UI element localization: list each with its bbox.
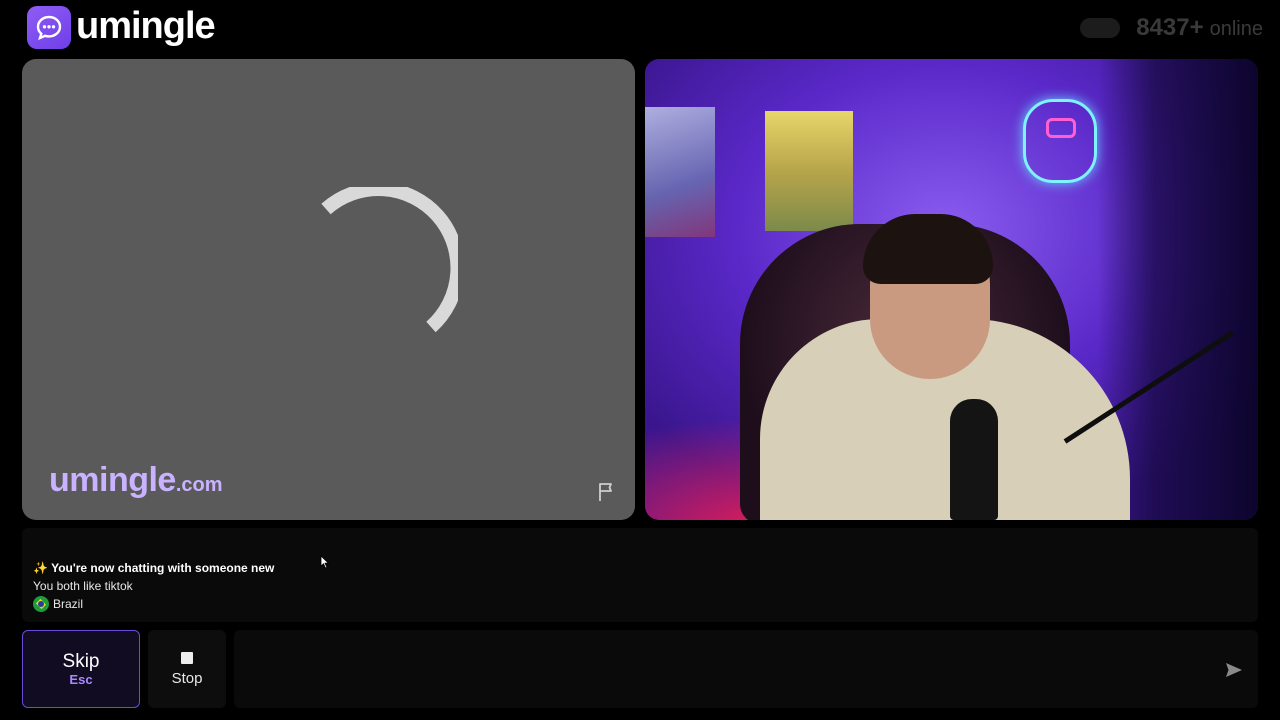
skip-label: Skip: [62, 651, 100, 672]
watermark: umingle .com: [49, 461, 223, 500]
message-box: [234, 630, 1258, 708]
send-icon[interactable]: [1224, 660, 1244, 680]
self-video: [645, 59, 1258, 520]
online-count: 8437+: [1136, 14, 1204, 41]
chat-log: ✨ You're now chatting with someone new Y…: [22, 528, 1258, 622]
watermark-domain: .com: [175, 474, 223, 496]
person-hair: [863, 214, 993, 284]
skip-button[interactable]: Skip Esc: [22, 630, 140, 708]
message-text: Brazil: [53, 597, 84, 611]
message-text: You're now chatting with someone new: [51, 561, 275, 575]
microphone: [950, 399, 998, 520]
system-message: Brazil: [33, 596, 83, 612]
app-name: umingle: [76, 4, 216, 47]
stop-button[interactable]: Stop: [148, 630, 226, 708]
system-message: ✨ You're now chatting with someone new: [33, 560, 274, 576]
stranger-video: umingle .com: [22, 59, 635, 520]
chat-bubble-icon: [27, 6, 71, 49]
stop-label: Stop: [171, 669, 203, 687]
neon-gamepad-sign: [1023, 99, 1097, 183]
skip-shortcut: Esc: [69, 672, 93, 687]
message-text: You both like tiktok: [33, 579, 133, 593]
mouse-cursor-icon: [320, 555, 330, 569]
stop-icon: [181, 651, 193, 664]
wall-poster: [645, 107, 715, 237]
loading-spinner-icon: [321, 187, 458, 333]
app-logo[interactable]: umingle: [27, 4, 216, 49]
online-label: online: [1209, 18, 1263, 40]
message-input[interactable]: [246, 630, 1206, 708]
online-toggle[interactable]: [1080, 18, 1121, 38]
sparkles-icon: ✨: [33, 561, 48, 575]
wall-poster: [765, 111, 853, 231]
report-flag-icon[interactable]: [595, 480, 619, 504]
online-status: 8437+ online: [1080, 14, 1263, 42]
system-message: You both like tiktok: [33, 578, 133, 594]
brazil-flag-icon: [33, 596, 49, 612]
watermark-name: umingle: [49, 461, 176, 499]
